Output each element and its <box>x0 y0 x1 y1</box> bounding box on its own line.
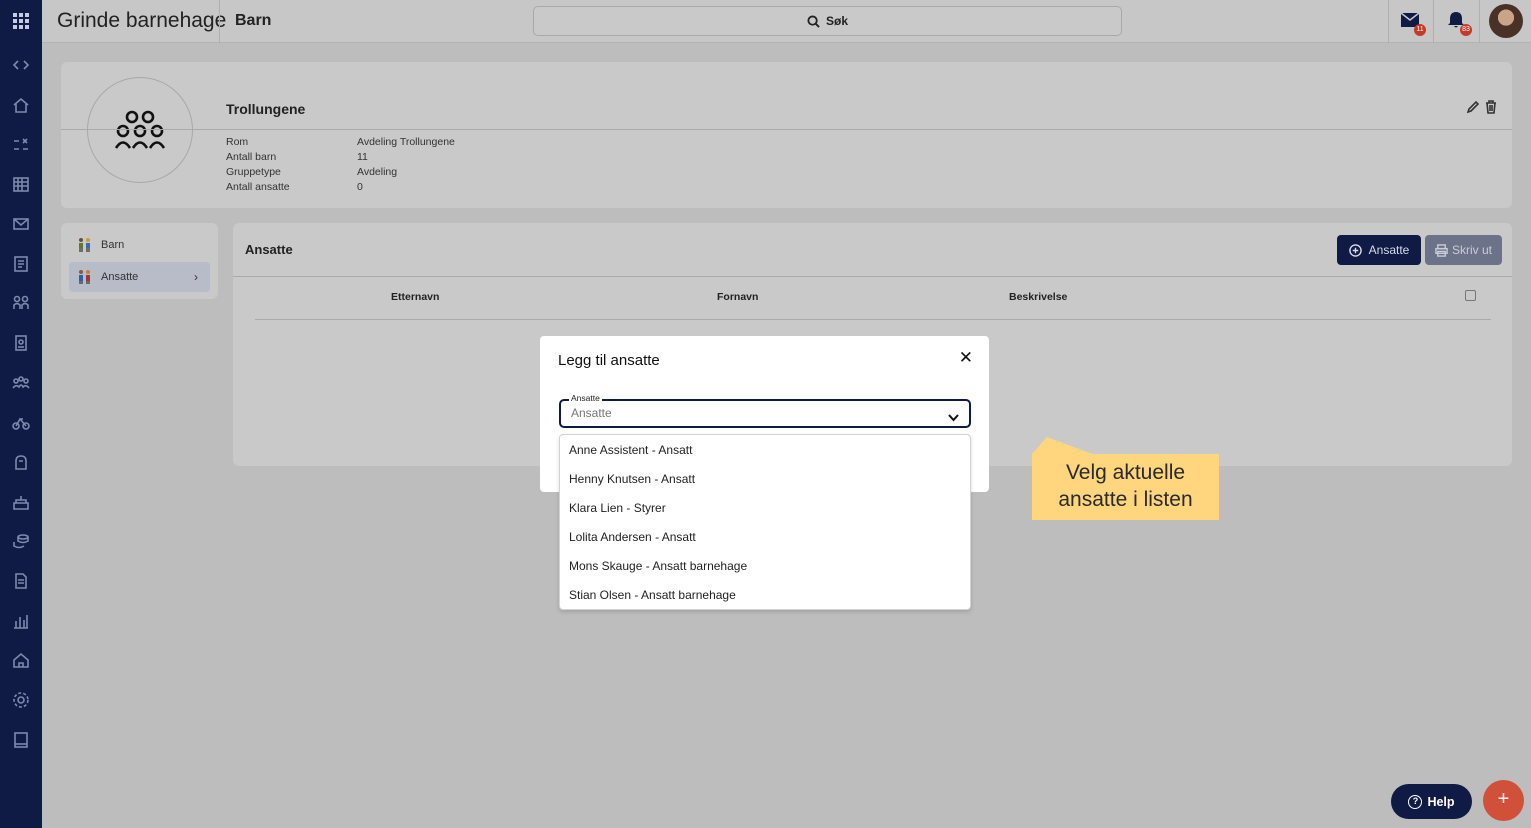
close-icon[interactable]: ✕ <box>959 348 973 368</box>
children-icon[interactable] <box>11 293 31 313</box>
trips-icon[interactable] <box>11 412 31 432</box>
dropdown-option[interactable]: Stian Olsen - Ansatt barnehage <box>569 588 736 602</box>
user-avatar[interactable] <box>1489 4 1523 38</box>
search-bar[interactable]: Søk <box>533 6 1122 36</box>
chevron-right-icon: › <box>194 270 198 284</box>
info-row: Rom Avdeling Trollungene <box>226 135 455 150</box>
select-all-checkbox[interactable] <box>1465 290 1476 301</box>
employees-select[interactable]: Ansatte Ansatte <box>559 393 971 428</box>
employees-dropdown: Anne Assistent - Ansatt Henny Knutsen - … <box>559 434 971 610</box>
guide-callout: Velg aktuelle ansatte i listen <box>1032 454 1219 520</box>
group-people-icon <box>114 110 166 149</box>
section-nav: Barn Ansatte › <box>61 223 218 299</box>
divider <box>255 319 1491 320</box>
column-header-fornavn[interactable]: Fornavn <box>717 291 758 303</box>
info-value: 11 <box>357 151 368 163</box>
help-button[interactable]: ? Help <box>1391 784 1472 819</box>
modal-title: Legg til ansatte <box>558 352 660 369</box>
group-info: Rom Avdeling Trollungene Antall barn 11 Gr… <box>226 135 455 195</box>
column-header-etternavn[interactable]: Etternavn <box>391 291 439 303</box>
messages-badge: 11 <box>1414 24 1426 36</box>
plus-circle-icon <box>1348 243 1362 257</box>
documents-icon[interactable] <box>11 571 31 591</box>
id-badge-icon[interactable] <box>11 333 31 353</box>
callout-line: Velg aktuelle <box>1065 461 1186 484</box>
side-item-barn[interactable]: Barn <box>69 230 210 260</box>
delete-icon[interactable] <box>1484 100 1498 114</box>
dropdown-option[interactable]: Anne Assistent - Ansatt <box>569 443 692 457</box>
news-icon[interactable] <box>11 254 31 274</box>
search-icon <box>807 14 820 28</box>
side-item-label: Barn <box>101 239 125 251</box>
search-label: Søk <box>825 14 848 28</box>
info-label: Gruppetype <box>226 166 281 178</box>
dropdown-option[interactable]: Henny Knutsen - Ansatt <box>569 472 695 486</box>
dropdown-option[interactable]: Klara Lien - Styrer <box>569 501 666 515</box>
finance-icon[interactable] <box>11 531 31 551</box>
employees-title: Ansatte <box>245 242 293 257</box>
edit-icon[interactable] <box>1466 100 1480 114</box>
top-bar: Grinde barnehage Barn Søk 11 83 <box>42 0 1531 43</box>
apps-grid-icon[interactable] <box>11 11 31 31</box>
chevron-down-icon <box>948 409 959 427</box>
mail-icon[interactable] <box>11 214 31 234</box>
info-row: Antall ansatte 0 <box>226 180 455 195</box>
side-item-label: Ansatte <box>101 271 139 283</box>
group-card: Trollungene Rom Avdeling Trollungene Anta… <box>61 62 1512 208</box>
divider <box>219 0 220 43</box>
groups-icon[interactable] <box>11 373 31 393</box>
callout-pointer <box>1031 437 1105 455</box>
divider <box>1433 0 1434 43</box>
notifications-badge: 83 <box>1460 24 1472 36</box>
birthday-icon[interactable] <box>11 492 31 512</box>
activities-icon[interactable] <box>11 452 31 472</box>
side-rail <box>0 0 42 828</box>
info-value: Avdeling <box>357 166 398 178</box>
divider <box>61 129 1512 130</box>
info-value: Avdeling Trollungene <box>357 136 455 148</box>
print-button[interactable]: Skriv ut <box>1425 235 1502 265</box>
info-label: Rom <box>226 136 249 148</box>
staff-icon <box>79 270 90 284</box>
dropdown-option[interactable]: Lolita Andersen - Ansatt <box>569 530 696 544</box>
group-actions <box>1466 100 1498 114</box>
info-label: Antall ansatte <box>226 181 290 193</box>
children-icon <box>79 238 90 252</box>
add-employee-button[interactable]: Ansatte <box>1337 235 1421 265</box>
divider <box>233 276 1512 277</box>
messages-button[interactable]: 11 <box>1400 11 1426 36</box>
notifications-button[interactable]: 83 <box>1446 11 1472 36</box>
attendance-icon[interactable] <box>11 135 31 155</box>
select-legend: Ansatte <box>569 393 602 403</box>
calendar-icon[interactable] <box>11 174 31 194</box>
add-employee-label: Ansatte <box>1368 243 1410 257</box>
reports-icon[interactable] <box>11 611 31 631</box>
collapse-toggle-icon[interactable] <box>11 55 31 75</box>
group-name: Trollungene <box>226 101 306 117</box>
breadcrumb: Barn <box>235 12 272 29</box>
question-icon: ? <box>1408 794 1423 809</box>
help-label: Help <box>1427 794 1455 809</box>
info-row: Antall barn 11 <box>226 150 455 165</box>
info-row: Gruppetype Avdeling <box>226 165 455 180</box>
add-fab-button[interactable]: + <box>1483 780 1524 821</box>
info-label: Antall barn <box>226 151 277 163</box>
group-avatar <box>87 77 193 183</box>
settings-icon[interactable] <box>11 690 31 710</box>
home-icon[interactable] <box>11 95 31 115</box>
column-header-beskrivelse[interactable]: Beskrivelse <box>1009 291 1067 303</box>
divider <box>1388 0 1389 43</box>
dropdown-option[interactable]: Mons Skauge - Ansatt barnehage <box>569 559 747 573</box>
printer-icon <box>1435 243 1448 257</box>
app-title: Grinde barnehage <box>57 9 227 32</box>
kindergarten-icon[interactable] <box>11 650 31 670</box>
print-label: Skriv ut <box>1451 243 1492 257</box>
handbook-icon[interactable] <box>11 730 31 750</box>
info-value: 0 <box>357 181 363 193</box>
select-placeholder: Ansatte <box>571 406 612 420</box>
callout-line: ansatte i listen <box>1058 488 1193 511</box>
divider <box>1479 0 1480 43</box>
side-item-ansatte[interactable]: Ansatte › <box>69 262 210 292</box>
